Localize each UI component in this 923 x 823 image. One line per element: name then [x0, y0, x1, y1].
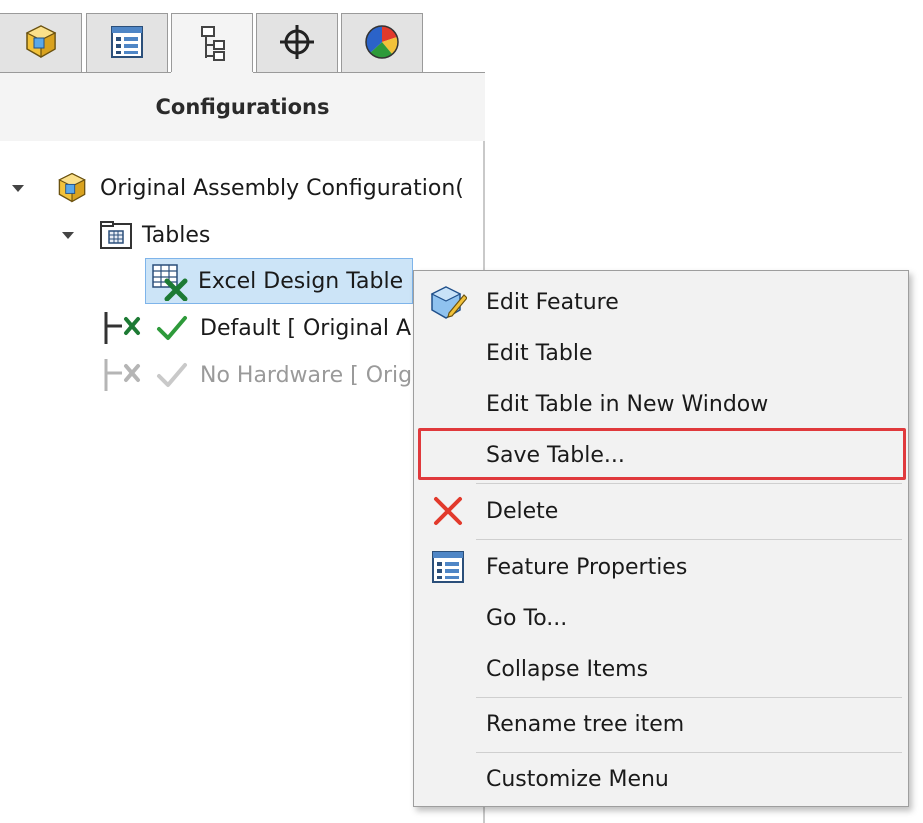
menu-separator: [476, 697, 902, 698]
tree-item-label: Tables: [142, 222, 211, 248]
excel-table-icon: [150, 261, 190, 301]
menu-separator: [476, 539, 902, 540]
tree-item-label: Default [ Original A: [200, 315, 412, 341]
context-menu: Edit Feature Edit Table Edit Table in Ne…: [413, 270, 909, 807]
tree-item-config-default[interactable]: Default [ Original A: [100, 306, 411, 350]
manager-tab-strip: [0, 0, 485, 75]
display-manager-tab[interactable]: [341, 13, 423, 73]
menu-item-customize-menu[interactable]: Customize Menu: [414, 757, 908, 801]
dimxpert-manager-tab[interactable]: [256, 13, 338, 73]
property-manager-tab[interactable]: [86, 13, 168, 73]
menu-item-delete[interactable]: Delete: [414, 489, 908, 533]
menu-separator: [476, 483, 902, 484]
menu-item-label: Go To...: [486, 605, 568, 631]
menu-item-label: Customize Menu: [486, 766, 669, 792]
menu-item-label: Edit Feature: [486, 289, 619, 315]
design-table-config-icon: [100, 308, 144, 348]
active-check-icon: [156, 313, 188, 343]
menu-item-label: Edit Table: [486, 340, 593, 366]
menu-item-edit-table[interactable]: Edit Table: [414, 331, 908, 375]
color-wheel-icon: [362, 22, 402, 66]
inactive-check-icon: [156, 360, 188, 390]
tree-item-tables[interactable]: Tables: [62, 213, 210, 257]
menu-item-edit-feature[interactable]: Edit Feature: [414, 280, 908, 324]
configuration-tree-icon: [192, 23, 232, 67]
folder-table-icon: [98, 218, 134, 252]
tree-item-excel-design-table[interactable]: Excel Design Table: [150, 259, 403, 303]
edit-feature-icon: [428, 282, 468, 322]
menu-item-label: Feature Properties: [486, 554, 688, 580]
menu-separator: [476, 752, 902, 753]
tree-item-config-no-hardware[interactable]: No Hardware [ Orig: [100, 353, 412, 397]
save-table-highlight-box: [418, 428, 906, 480]
assembly-icon: [52, 170, 92, 206]
property-list-icon: [107, 22, 147, 66]
feature-manager-tab[interactable]: [0, 13, 82, 73]
menu-item-feature-properties[interactable]: Feature Properties: [414, 545, 908, 589]
tree-item-root[interactable]: Original Assembly Configuration(: [12, 166, 464, 210]
tree-item-label: Excel Design Table: [198, 268, 404, 294]
design-table-config-icon: [100, 355, 144, 395]
menu-item-rename-tree-item[interactable]: Rename tree item: [414, 702, 908, 746]
delete-x-icon: [428, 491, 468, 531]
menu-item-label: Collapse Items: [486, 656, 649, 682]
menu-item-go-to[interactable]: Go To...: [414, 596, 908, 640]
menu-item-label: Delete: [486, 498, 559, 524]
expand-caret-icon[interactable]: [12, 184, 24, 192]
crosshair-icon: [277, 22, 317, 66]
panel-title: Configurations: [0, 73, 485, 141]
menu-item-collapse-items[interactable]: Collapse Items: [414, 647, 908, 691]
tree-item-label: No Hardware [ Orig: [200, 362, 413, 388]
configuration-manager-tab[interactable]: [171, 13, 253, 75]
expand-caret-icon[interactable]: [62, 231, 74, 239]
properties-icon: [428, 547, 468, 587]
menu-item-label: Rename tree item: [486, 711, 685, 737]
menu-item-label: Edit Table in New Window: [486, 391, 769, 417]
tree-item-label: Original Assembly Configuration(: [100, 175, 464, 201]
menu-item-edit-table-new-window[interactable]: Edit Table in New Window: [414, 382, 908, 426]
assembly-icon: [21, 22, 61, 66]
